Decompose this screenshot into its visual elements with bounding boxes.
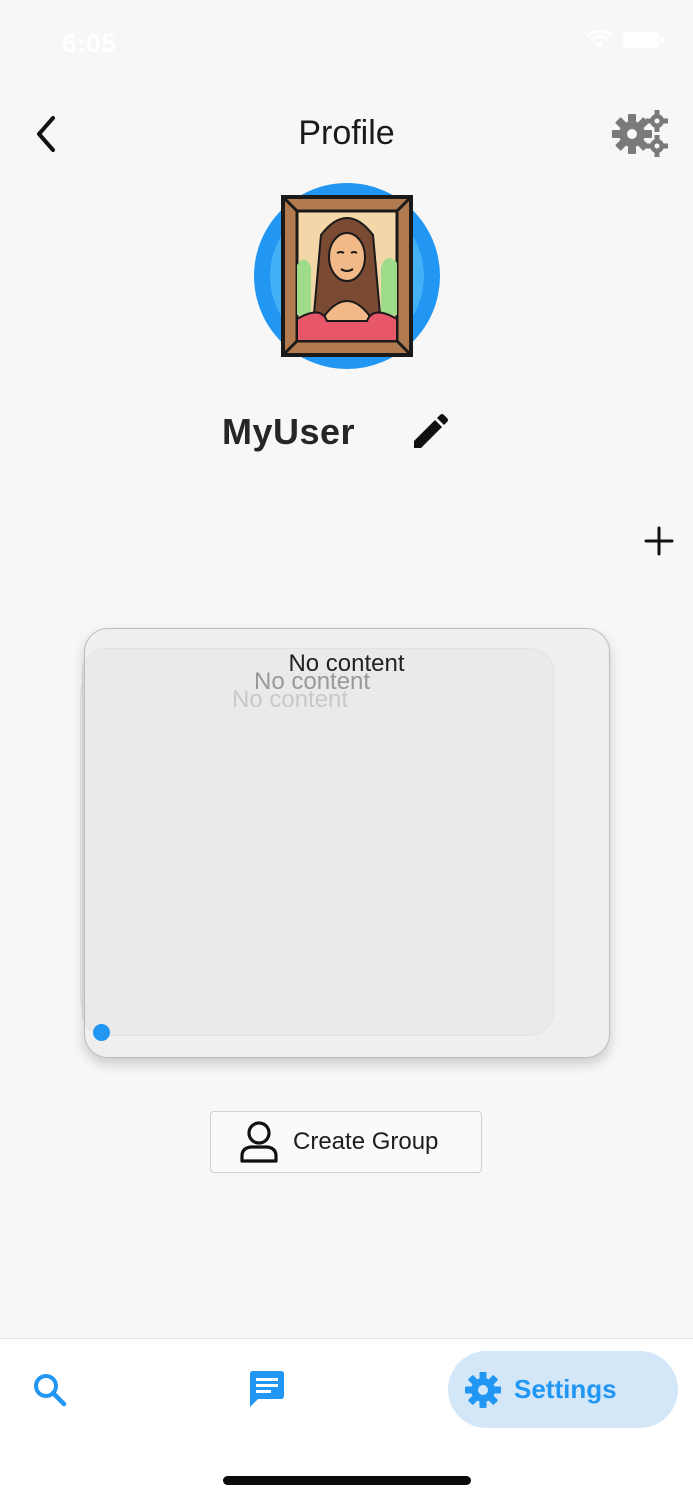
edit-username-button[interactable] bbox=[408, 412, 450, 454]
chat-icon bbox=[250, 1371, 284, 1407]
settings-gears-button[interactable] bbox=[610, 108, 672, 160]
username: MyUser bbox=[222, 411, 356, 452]
battery-icon bbox=[623, 32, 664, 48]
pencil-icon bbox=[414, 414, 448, 448]
page-title: Profile bbox=[298, 114, 395, 152]
wifi-icon bbox=[586, 30, 612, 48]
gear-icon bbox=[465, 1371, 501, 1408]
person-icon bbox=[240, 1121, 278, 1163]
status-time: 6:05 bbox=[62, 28, 117, 58]
nav-settings-label: Settings bbox=[514, 1374, 617, 1404]
front-card-empty-text: No content bbox=[288, 650, 405, 677]
create-group-button[interactable]: Create Group bbox=[210, 1111, 482, 1173]
portrait-frame-icon bbox=[281, 195, 413, 357]
add-button[interactable] bbox=[640, 522, 678, 560]
page-indicator-dot bbox=[93, 1024, 110, 1041]
create-group-label: Create Group bbox=[293, 1128, 439, 1155]
nav-search-button[interactable] bbox=[30, 1370, 70, 1410]
status-icons bbox=[585, 30, 664, 50]
plus-icon bbox=[644, 526, 674, 556]
nav-settings-button[interactable]: Settings bbox=[448, 1351, 678, 1428]
home-indicator[interactable] bbox=[223, 1476, 471, 1485]
nav-chat-button[interactable] bbox=[245, 1368, 289, 1412]
gears-icon bbox=[612, 110, 668, 157]
search-icon bbox=[34, 1374, 67, 1407]
